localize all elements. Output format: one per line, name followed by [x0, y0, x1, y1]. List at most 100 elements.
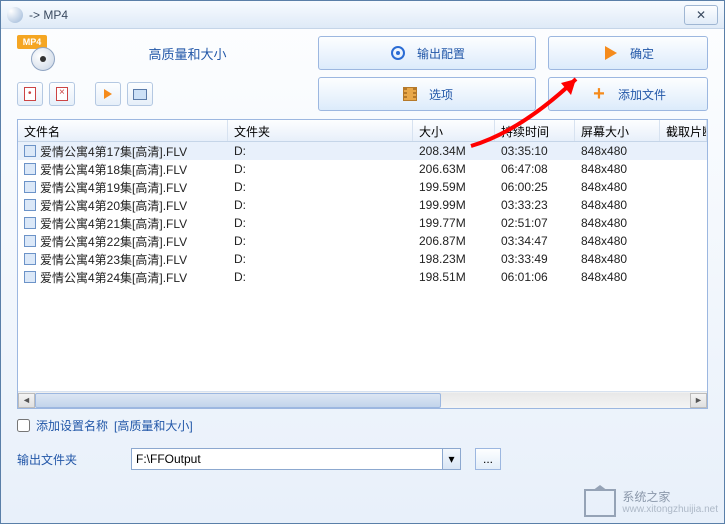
- file-icon: [24, 181, 36, 193]
- add-settings-checkbox[interactable]: [17, 419, 30, 432]
- file-folder: D:: [228, 250, 413, 268]
- file-folder: D:: [228, 142, 413, 160]
- add-settings-label: 添加设置名称: [36, 417, 108, 434]
- file-folder: D:: [228, 196, 413, 214]
- file-resolution: 848x480: [575, 142, 660, 160]
- gear-icon: [389, 44, 407, 62]
- file-list: 文件名 文件夹 大小 持续时间 屏幕大小 截取片断 爱情公寓4第17集[高清].…: [17, 119, 708, 409]
- file-add-button[interactable]: [17, 82, 43, 106]
- file-resolution: 848x480: [575, 178, 660, 196]
- file-folder: D:: [228, 232, 413, 250]
- add-file-label: 添加文件: [618, 86, 666, 103]
- output-folder-label: 输出文件夹: [17, 451, 117, 468]
- app-icon: [7, 7, 23, 23]
- col-resolution[interactable]: 屏幕大小: [575, 120, 660, 141]
- file-duration: 03:33:49: [495, 250, 575, 268]
- file-resolution: 848x480: [575, 250, 660, 268]
- file-name: 爱情公寓4第20集[高清].FLV: [40, 197, 187, 214]
- output-folder-combo[interactable]: F:\FFOutput ▾: [131, 448, 461, 470]
- file-icon: [24, 199, 36, 211]
- file-resolution: 848x480: [575, 196, 660, 214]
- file-name: 爱情公寓4第19集[高清].FLV: [40, 179, 187, 196]
- preview-button[interactable]: [127, 82, 153, 106]
- file-remove-button[interactable]: [49, 82, 75, 106]
- file-size: 198.23M: [413, 250, 495, 268]
- quality-label: 高质量和大小: [69, 44, 306, 63]
- file-size: 198.51M: [413, 268, 495, 286]
- file-snapshot: [660, 160, 707, 178]
- table-row[interactable]: 爱情公寓4第24集[高清].FLVD:198.51M06:01:06848x48…: [18, 268, 707, 286]
- file-folder: D:: [228, 160, 413, 178]
- play-icon: [104, 89, 112, 99]
- file-snapshot: [660, 142, 707, 160]
- file-size: 206.87M: [413, 232, 495, 250]
- file-icon: [24, 235, 36, 247]
- file-resolution: 848x480: [575, 268, 660, 286]
- file-folder: D:: [228, 214, 413, 232]
- watermark-title: 系统之家: [622, 491, 718, 504]
- table-row[interactable]: 爱情公寓4第19集[高清].FLV D:199.59M06:00:25848x48…: [18, 178, 707, 196]
- table-row[interactable]: 爱情公寓4第20集[高清].FLVD:199.99M03:33:23848x48…: [18, 196, 707, 214]
- file-size: 199.77M: [413, 214, 495, 232]
- file-name: 爱情公寓4第23集[高清].FLV: [40, 251, 187, 268]
- file-duration: 06:47:08: [495, 160, 575, 178]
- file-snapshot: [660, 196, 707, 214]
- watermark: 系统之家 www.xitongzhuijia.net: [584, 489, 718, 517]
- table-row[interactable]: 爱情公寓4第21集[高清].FLVD:199.77M02:51:07848x48…: [18, 214, 707, 232]
- table-row[interactable]: 爱情公寓4第17集[高清].FLVD:208.34M03:35:10848x48…: [18, 142, 707, 160]
- file-name: 爱情公寓4第24集[高清].FLV: [40, 269, 187, 286]
- file-size: 206.63M: [413, 160, 495, 178]
- table-row[interactable]: 爱情公寓4第23集[高清].FLV D:198.23M03:33:49848x48…: [18, 250, 707, 268]
- col-name[interactable]: 文件名: [18, 120, 228, 141]
- scroll-thumb[interactable]: [35, 393, 441, 408]
- toolbar: [17, 82, 306, 106]
- file-resolution: 848x480: [575, 160, 660, 178]
- col-folder[interactable]: 文件夹: [228, 120, 413, 141]
- output-config-button[interactable]: 输出配置: [318, 36, 536, 70]
- file-folder: D:: [228, 178, 413, 196]
- scroll-right-icon[interactable]: ►: [690, 393, 707, 408]
- table-row[interactable]: 爱情公寓4第22集[高清].FLVD:206.87M03:34:47848x48…: [18, 232, 707, 250]
- close-icon: ✕: [696, 8, 706, 22]
- arrow-right-icon: [602, 44, 620, 62]
- file-name: 爱情公寓4第18集[高清].FLV: [40, 161, 187, 178]
- file-duration: 02:51:07: [495, 214, 575, 232]
- add-file-button[interactable]: + 添加文件: [548, 77, 708, 111]
- file-icon: [24, 217, 36, 229]
- output-folder-value: F:\FFOutput: [136, 452, 201, 466]
- file-duration: 06:00:25: [495, 178, 575, 196]
- list-header: 文件名 文件夹 大小 持续时间 屏幕大小 截取片断: [18, 120, 707, 142]
- file-snapshot: [660, 268, 707, 286]
- add-settings-checkbox-row[interactable]: 添加设置名称 [高质量和大小]: [17, 417, 708, 434]
- col-duration[interactable]: 持续时间: [495, 120, 575, 141]
- file-duration: 06:01:06: [495, 268, 575, 286]
- chevron-down-icon[interactable]: ▾: [442, 449, 460, 469]
- file-icon: [24, 163, 36, 175]
- file-size: 199.59M: [413, 178, 495, 196]
- col-snapshot[interactable]: 截取片断: [660, 120, 707, 141]
- file-snapshot: [660, 178, 707, 196]
- file-snapshot: [660, 214, 707, 232]
- play-button[interactable]: [95, 82, 121, 106]
- scroll-left-icon[interactable]: ◄: [18, 393, 35, 408]
- browse-button[interactable]: ...: [475, 448, 501, 470]
- add-settings-value: [高质量和大小]: [114, 417, 193, 434]
- list-body[interactable]: 爱情公寓4第17集[高清].FLVD:208.34M03:35:10848x48…: [18, 142, 707, 391]
- ok-label: 确定: [630, 45, 654, 62]
- horizontal-scrollbar[interactable]: ◄ ►: [18, 391, 707, 408]
- file-size: 208.34M: [413, 142, 495, 160]
- file-icon: [24, 145, 36, 157]
- app-window: -> MP4 ✕ MP4 高质量和大小 输出配置 确定 选项: [0, 0, 725, 524]
- table-row[interactable]: 爱情公寓4第18集[高清].FLV D:206.63M06:47:08848x48…: [18, 160, 707, 178]
- doc-remove-icon: [56, 87, 68, 101]
- col-size[interactable]: 大小: [413, 120, 495, 141]
- close-button[interactable]: ✕: [684, 5, 718, 25]
- file-snapshot: [660, 250, 707, 268]
- file-icon: [24, 271, 36, 283]
- film-icon: [401, 85, 419, 103]
- options-button[interactable]: 选项: [318, 77, 536, 111]
- output-config-label: 输出配置: [417, 45, 465, 62]
- file-name: 爱情公寓4第17集[高清].FLV: [40, 143, 187, 160]
- ok-button[interactable]: 确定: [548, 36, 708, 70]
- file-size: 199.99M: [413, 196, 495, 214]
